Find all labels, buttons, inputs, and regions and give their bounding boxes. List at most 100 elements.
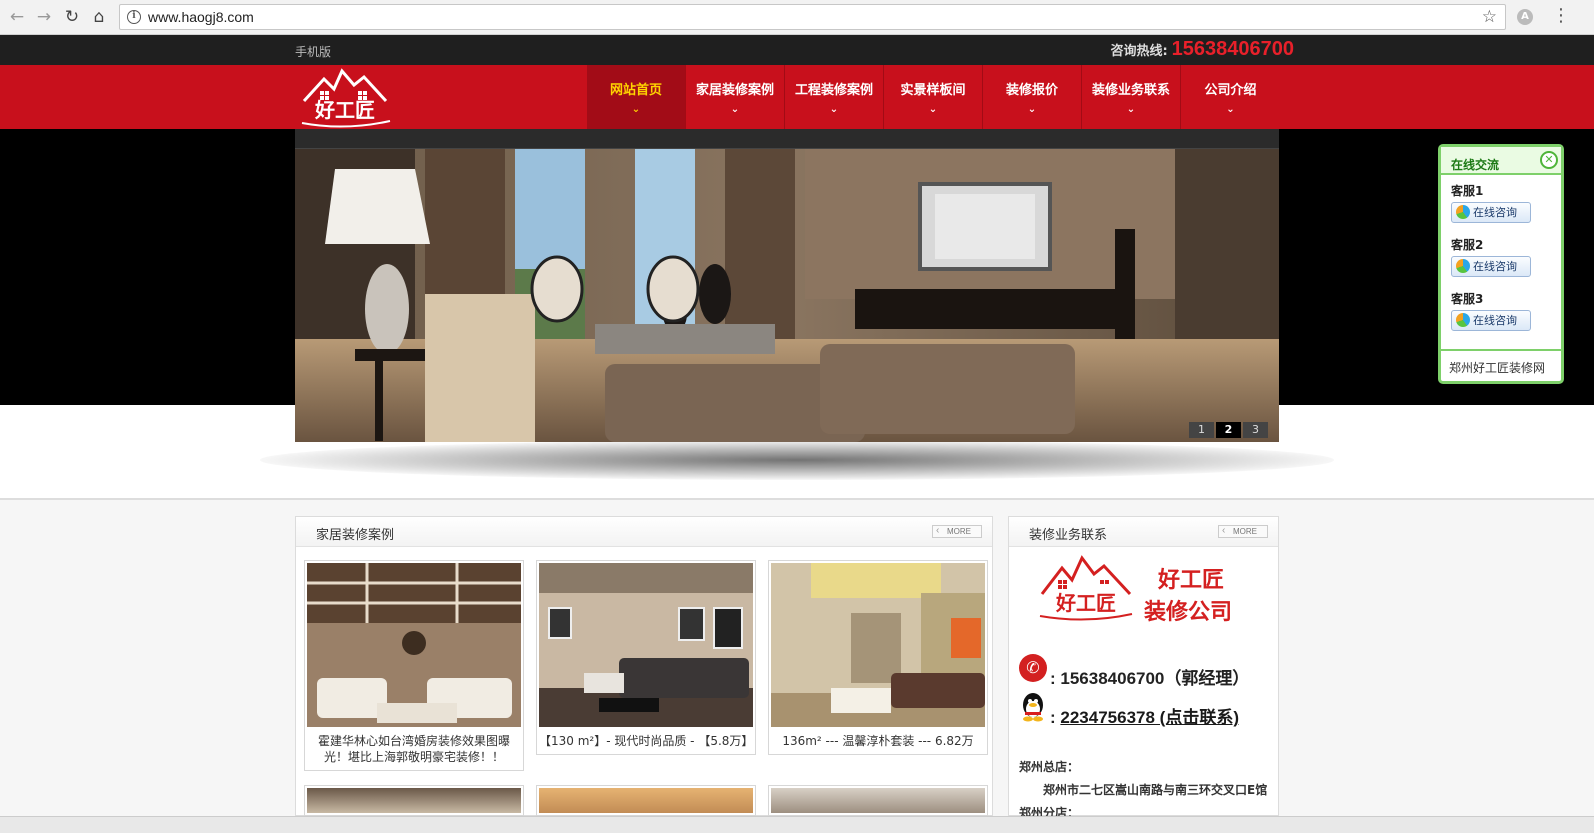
nav-item-about[interactable]: 公司介绍 ⌄ [1181,65,1280,129]
svg-text:好工匠: 好工匠 [314,98,375,122]
nav-item-business-contact[interactable]: 装修业务联系 ⌄ [1082,65,1181,129]
nav-item-home-cases[interactable]: 家居装修案例 ⌄ [686,65,785,129]
more-button[interactable]: MORE [932,525,982,538]
case-thumbnail[interactable] [771,563,985,727]
online-consult-button[interactable]: 在线咨询 [1451,202,1531,223]
nav-item-showrooms[interactable]: 实景样板间 ⌄ [884,65,983,129]
hotline-label: 咨询热线: [1110,44,1168,59]
slide-dot[interactable]: 1 [1189,422,1214,438]
back-icon[interactable]: ← [7,7,27,27]
nav-item-quotes[interactable]: 装修报价 ⌄ [983,65,1082,129]
case-thumbnail[interactable] [307,788,521,813]
logo-text-brand: 好工匠 [1158,568,1225,593]
qq-icon [1456,259,1470,273]
nav-label: 实景样板间 [900,83,966,98]
nav-label: 工程装修案例 [794,83,873,98]
case-caption[interactable]: 霍建华林心如台湾婚房装修效果图曝光！堪比上海郭敬明豪宅装修！！ [307,727,521,765]
panel-header: 装修业务联系 MORE [1009,517,1278,547]
site-logo[interactable]: 好工匠 [298,67,393,128]
case-caption[interactable]: 136m² --- 温馨淳朴套装 --- 6.82万 [771,727,985,749]
chevron-down-icon: ⌄ [1226,104,1235,115]
address-bar[interactable]: i www.haogj8.com ☆ [119,4,1506,30]
chevron-down-icon: ⌄ [829,104,839,115]
logo-text-company: 装修公司 [1144,600,1233,625]
banner-slide-image[interactable] [295,149,1279,442]
contact-phone: : 15638406700（郭经理） [1050,669,1250,688]
browser-bottom-bar [0,816,1594,833]
more-button[interactable]: MORE [1218,525,1268,538]
nav-item-home[interactable]: 网站首页 ⌄ [587,65,686,129]
chat-agent: 客服2 在线咨询 [1441,229,1561,283]
info-icon[interactable]: i [127,10,141,24]
hq-label: 郑州总店： [1019,760,1080,774]
chat-footer[interactable]: 郑州好工匠装修网 [1441,349,1561,381]
case-card[interactable] [768,785,988,816]
case-thumbnail[interactable] [307,563,521,727]
hq-address: 郑州市二七区嵩山南路与南三环交叉口E馆 [1043,783,1268,797]
button-label: 在线咨询 [1473,314,1517,327]
slide-pagination: 1 2 3 [1189,422,1268,438]
chat-header: 在线交流 ✕ [1441,147,1561,175]
button-label: 在线咨询 [1473,206,1517,219]
contact-qq: : 2234756378 (点击联系) [1050,708,1239,727]
case-card[interactable] [536,785,756,816]
chat-agent: 客服1 在线咨询 [1441,175,1561,229]
browser-menu-icon[interactable]: ⋮ [1552,6,1570,26]
case-thumbnail[interactable] [771,788,985,813]
online-consult-button[interactable]: 在线咨询 [1451,310,1531,331]
case-thumbnail[interactable] [539,788,753,813]
banner-shadow [260,440,1334,480]
close-icon[interactable]: ✕ [1540,151,1558,169]
qq-icon [1456,313,1470,327]
nav-label: 网站首页 [609,83,662,98]
nav-label: 装修业务联系 [1091,83,1170,98]
case-thumbnail[interactable] [539,563,753,727]
banner-top-strip [295,129,1279,149]
chevron-down-icon: ⌄ [730,104,740,115]
panel-header: 家居装修案例 MORE [296,517,992,547]
main-nav: 好工匠 网站首页 ⌄ 家居装修案例 ⌄ 工程装修案例 ⌄ 实景样板间 ⌄ 装修报价 ⌄ 装… [0,65,1594,129]
qq-link[interactable]: 2234756378 (点击联系) [1060,708,1239,727]
chevron-down-icon: ⌄ [1027,104,1037,115]
section-divider [0,498,1594,500]
case-caption[interactable]: 【130 m²】- 现代时尚品质 - 【5.8万】 [539,727,753,749]
top-strip: 手机版 咨询热线: 15638406700 [0,35,1594,65]
phone-icon: ✆ [1019,654,1047,682]
chat-agent: 客服3 在线咨询 [1441,283,1561,337]
hotline: 咨询热线: 15638406700 [1110,38,1294,61]
home-icon[interactable]: ⌂ [89,7,109,27]
nav-label: 家居装修案例 [695,83,774,98]
url-text[interactable]: www.haogj8.com [148,9,254,25]
reload-icon[interactable]: ↻ [62,7,82,27]
panel-title: 装修业务联系 [1029,528,1108,543]
svg-text:好工匠: 好工匠 [1055,591,1116,615]
browser-toolbar: ← → ↻ ⌂ i www.haogj8.com ☆ A ⋮ [0,0,1594,35]
agent-label: 客服2 [1451,238,1484,252]
case-card[interactable]: 136m² --- 温馨淳朴套装 --- 6.82万 [768,560,988,755]
chevron-down-icon: ⌄ [1126,104,1136,115]
online-chat-widget: 在线交流 ✕ 客服1 在线咨询 客服2 在线咨询 客服3 在线咨询 郑州好工匠装… [1438,144,1564,384]
qq-penguin-icon [1021,692,1045,722]
qq-icon [1456,205,1470,219]
mobile-version-link[interactable]: 手机版 [295,43,331,60]
case-card[interactable] [304,785,524,816]
bookmark-star-icon[interactable]: ☆ [1482,7,1497,27]
slide-dot-active[interactable]: 2 [1216,422,1241,438]
online-consult-button[interactable]: 在线咨询 [1451,256,1531,277]
case-card[interactable]: 霍建华林心如台湾婚房装修效果图曝光！堪比上海郭敬明豪宅装修！！ [304,560,524,771]
chevron-down-icon: ⌄ [928,104,938,115]
case-card[interactable]: 【130 m²】- 现代时尚品质 - 【5.8万】 [536,560,756,755]
company-logo: 好工匠 [1036,554,1136,624]
chat-title: 在线交流 [1451,158,1500,172]
forward-icon[interactable]: → [34,7,54,27]
nav-menu: 网站首页 ⌄ 家居装修案例 ⌄ 工程装修案例 ⌄ 实景样板间 ⌄ 装修报价 ⌄ 装修业务联… [587,65,1280,129]
nav-item-project-cases[interactable]: 工程装修案例 ⌄ [785,65,884,129]
agent-label: 客服3 [1451,292,1484,306]
button-label: 在线咨询 [1473,260,1517,273]
nav-label: 装修报价 [1005,83,1058,98]
agent-label: 客服1 [1451,184,1484,198]
hotline-number: 15638406700 [1171,38,1294,60]
extension-icon[interactable]: A [1517,9,1533,25]
nav-label: 公司介绍 [1204,83,1257,98]
slide-dot[interactable]: 3 [1243,422,1268,438]
